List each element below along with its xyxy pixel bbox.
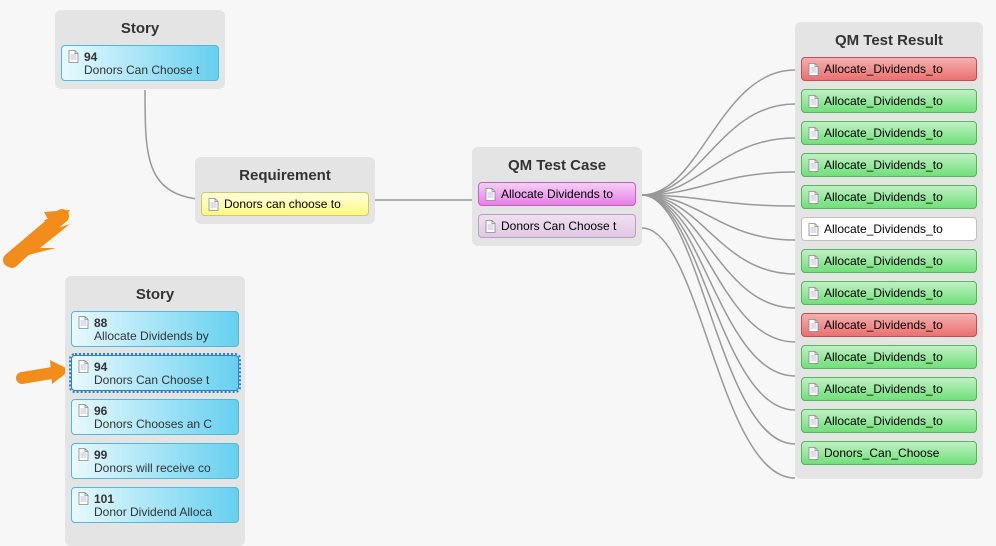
story-node[interactable]: 99Donors will receive co: [71, 443, 239, 479]
requirement-text: Donors can choose to: [224, 197, 341, 211]
document-icon: [808, 191, 819, 204]
group-title: QM Test Result: [801, 28, 977, 55]
document-icon: [78, 404, 89, 417]
group-title: Story: [71, 282, 239, 309]
story-id: 99: [94, 448, 107, 462]
testresult-text: Allocate_Dividends_to: [824, 94, 943, 108]
story-node[interactable]: 94 Donors Can Choose t: [61, 45, 219, 81]
testresult-node[interactable]: Allocate_Dividends_to: [801, 185, 977, 209]
document-icon: [808, 383, 819, 396]
story-node[interactable]: 96Donors Chooses an C: [71, 399, 239, 435]
document-icon: [485, 220, 496, 233]
testresult-text: Allocate_Dividends_to: [824, 62, 943, 76]
group-title: Requirement: [201, 163, 369, 190]
document-icon: [68, 50, 79, 63]
document-icon: [808, 159, 819, 172]
testresult-text: Allocate_Dividends_to: [824, 158, 943, 172]
testresult-node[interactable]: Allocate_Dividends_to: [801, 409, 977, 433]
document-icon: [485, 188, 496, 201]
story-text: Donors Chooses an C: [78, 417, 212, 431]
testresult-text: Allocate_Dividends_to: [824, 286, 943, 300]
document-icon: [78, 360, 89, 373]
story-group-bottom: Story 88Allocate Dividends by 94Donors Ca…: [65, 276, 245, 546]
testresult-node[interactable]: Donors_Can_Choose: [801, 441, 977, 465]
testresult-text: Allocate_Dividends_to: [824, 350, 943, 364]
group-title: Story: [61, 16, 219, 43]
testresult-node[interactable]: Allocate_Dividends_to: [801, 89, 977, 113]
story-node[interactable]: 101Donor Dividend Alloca: [71, 487, 239, 523]
document-icon: [808, 63, 819, 76]
document-icon: [808, 255, 819, 268]
document-icon: [808, 127, 819, 140]
testresult-node[interactable]: Allocate_Dividends_to: [801, 121, 977, 145]
testresult-node[interactable]: Allocate_Dividends_to: [801, 57, 977, 81]
testcase-text: Donors Can Choose t: [501, 219, 616, 233]
testcase-node[interactable]: Allocate Dividends to: [478, 182, 636, 206]
story-text: Donor Dividend Alloca: [78, 505, 212, 519]
story-group-top: Story 94 Donors Can Choose t: [55, 10, 225, 89]
testcase-group: QM Test Case Allocate Dividends to Donor…: [472, 147, 642, 246]
testresult-text: Allocate_Dividends_to: [824, 126, 943, 140]
testresult-node[interactable]: Allocate_Dividends_to: [801, 345, 977, 369]
document-icon: [78, 492, 89, 505]
document-icon: [808, 351, 819, 364]
testresult-node[interactable]: Allocate_Dividends_to: [801, 153, 977, 177]
testresult-text: Allocate_Dividends_to: [824, 222, 943, 236]
testresult-text: Allocate_Dividends_to: [824, 190, 943, 204]
story-text: Donors Can Choose t: [68, 63, 199, 77]
document-icon: [808, 447, 819, 460]
story-id: 96: [94, 404, 107, 418]
document-icon: [78, 448, 89, 461]
document-icon: [808, 319, 819, 332]
story-node[interactable]: 88Allocate Dividends by: [71, 311, 239, 347]
story-id: 94: [94, 360, 107, 374]
testresult-text: Donors_Can_Choose: [824, 446, 939, 460]
document-icon: [808, 95, 819, 108]
document-icon: [208, 198, 219, 211]
testresult-text: Allocate_Dividends_to: [824, 318, 943, 332]
testresult-text: Allocate_Dividends_to: [824, 382, 943, 396]
testcase-text: Allocate Dividends to: [501, 187, 613, 201]
requirement-node[interactable]: Donors can choose to: [201, 192, 369, 216]
testresult-text: Allocate_Dividends_to: [824, 254, 943, 268]
testresult-node[interactable]: Allocate_Dividends_to: [801, 281, 977, 305]
document-icon: [808, 287, 819, 300]
requirement-group: Requirement Donors can choose to: [195, 157, 375, 224]
testresult-text: Allocate_Dividends_to: [824, 414, 943, 428]
story-id: 94: [84, 50, 97, 64]
story-text: Donors will receive co: [78, 461, 211, 475]
document-icon: [808, 223, 819, 236]
story-text: Donors Can Choose t: [78, 373, 209, 387]
story-node[interactable]: 94Donors Can Choose t: [71, 355, 239, 391]
story-id: 88: [94, 316, 107, 330]
group-title: QM Test Case: [478, 153, 636, 180]
testresult-node[interactable]: Allocate_Dividends_to: [801, 217, 977, 241]
testresult-node[interactable]: Allocate_Dividends_to: [801, 377, 977, 401]
document-icon: [78, 316, 89, 329]
testresult-group: QM Test Result Allocate_Dividends_to Allo…: [795, 22, 983, 479]
testresult-node[interactable]: Allocate_Dividends_to: [801, 313, 977, 337]
testresult-node[interactable]: Allocate_Dividends_to: [801, 249, 977, 273]
document-icon: [808, 415, 819, 428]
story-text: Allocate Dividends by: [78, 329, 209, 343]
story-id: 101: [94, 492, 114, 506]
testcase-node[interactable]: Donors Can Choose t: [478, 214, 636, 238]
